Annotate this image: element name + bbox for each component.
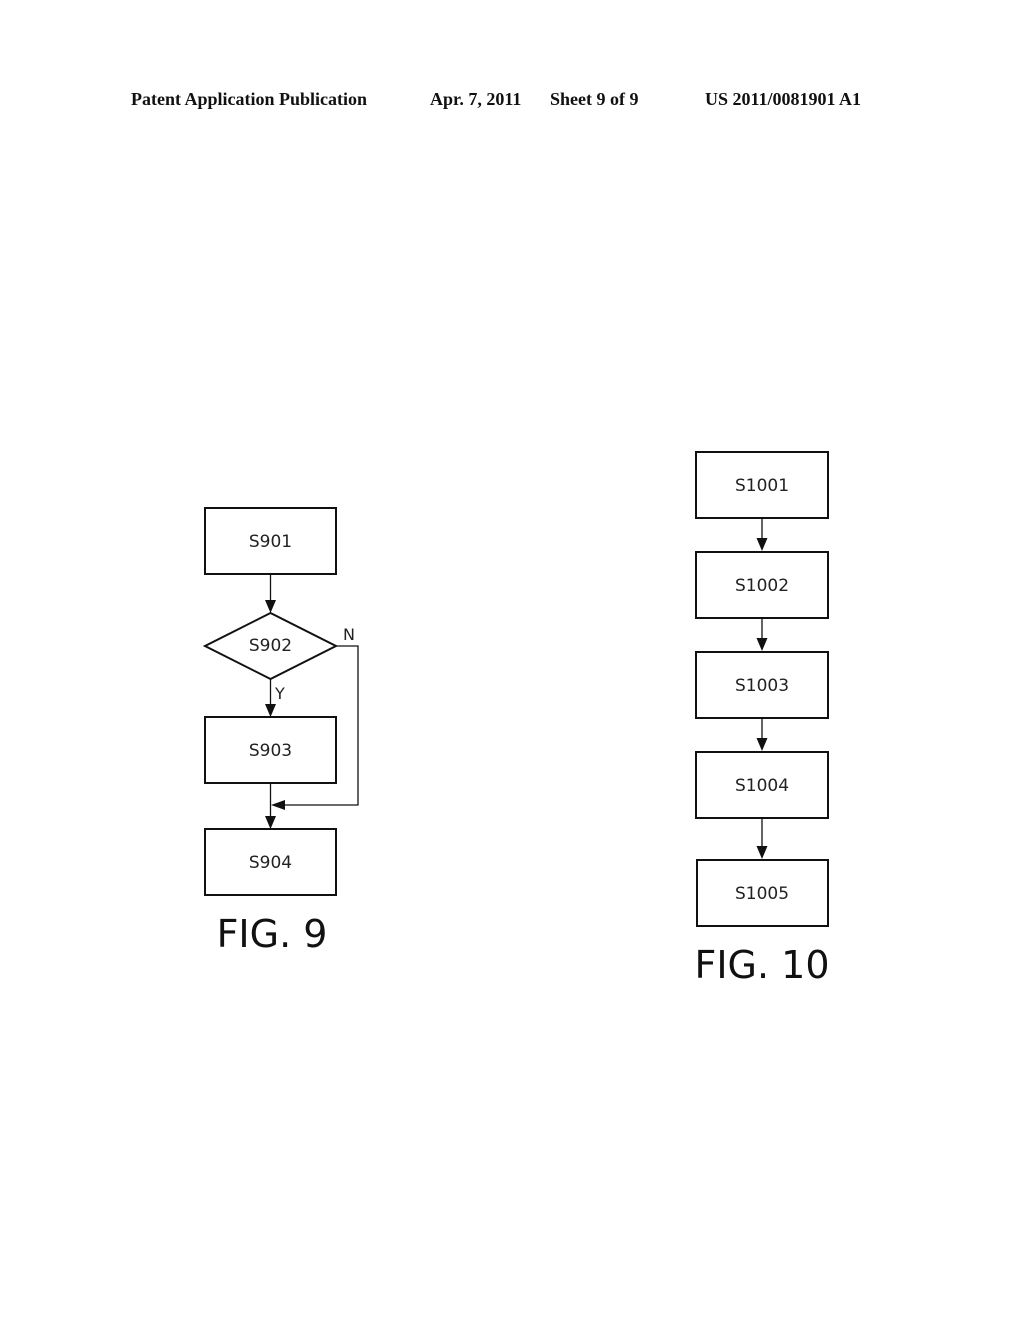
fig10-flowchart: S1001 S1002 S1003 S1004 S1005 FIG. 10 bbox=[694, 451, 830, 987]
arrowhead-icon bbox=[756, 846, 768, 859]
fig9-step-s904-label: S904 bbox=[249, 853, 292, 873]
fig9-step-s903-label: S903 bbox=[249, 741, 292, 761]
arrowhead-icon bbox=[265, 600, 276, 613]
fig9-step-s901-label: S901 bbox=[249, 532, 292, 552]
arrowhead-icon bbox=[756, 738, 768, 751]
arrowhead-icon bbox=[271, 800, 285, 810]
fig10-caption: FIG. 10 bbox=[694, 943, 829, 987]
fig9-caption: FIG. 9 bbox=[217, 912, 328, 956]
arrowhead-icon bbox=[756, 638, 768, 651]
fig10-step-s1001-label: S1001 bbox=[735, 476, 789, 496]
arrowhead-icon bbox=[265, 704, 276, 717]
arrowhead-icon bbox=[756, 538, 768, 551]
arrowhead-icon bbox=[265, 816, 276, 829]
fig9-decision-s902-label: S902 bbox=[249, 636, 292, 656]
diagram-canvas: S901 S902 N Y S903 S904 FIG. 9 S1001 S10… bbox=[202, 451, 830, 987]
fig9-no-label: N bbox=[343, 625, 355, 644]
fig10-step-s1002-label: S1002 bbox=[735, 576, 789, 596]
fig9-flowchart: S901 S902 N Y S903 S904 FIG. 9 bbox=[202, 507, 359, 956]
fig10-step-s1004-label: S1004 bbox=[735, 776, 789, 796]
fig10-step-s1003-label: S1003 bbox=[735, 676, 789, 696]
fig9-yes-label: Y bbox=[274, 684, 285, 703]
fig10-step-s1005-label: S1005 bbox=[735, 884, 789, 904]
